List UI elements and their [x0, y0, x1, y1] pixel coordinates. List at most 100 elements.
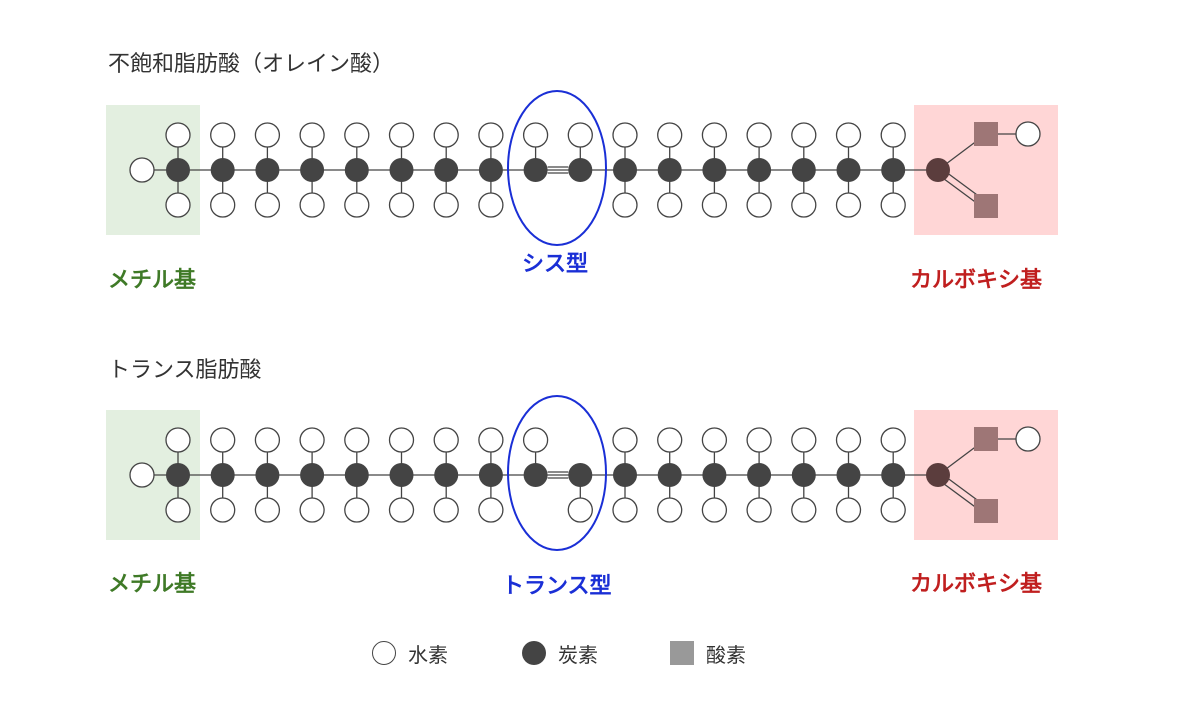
panel-1-hydrogen-atom	[165, 122, 191, 148]
panel-1-oxygen-atom	[974, 194, 998, 218]
oxygen-swatch-icon	[670, 641, 694, 665]
panel-2-hydrogen-atom	[344, 497, 370, 523]
panel-1-hydrogen-atom	[880, 122, 906, 148]
panel-2-hydrogen-atom	[254, 497, 281, 523]
panel-2-hydrogen-atom	[433, 427, 459, 453]
panel-1-hydrogen-atom	[129, 157, 155, 183]
panel-1-hydrogen-atom	[388, 122, 415, 148]
panel-1-carbon-atom	[791, 158, 816, 182]
panel-2-hydrogen-atom	[1015, 426, 1041, 452]
panel-2-hydrogen-atom	[299, 427, 325, 453]
panel-2-hydrogen-atom	[791, 497, 817, 523]
panel-1-hydrogen-atom	[254, 192, 281, 218]
panel-2-hydrogen-atom	[612, 497, 638, 523]
legend-hydrogen-label: 水素	[408, 642, 448, 667]
panel-1-hydrogen-atom	[701, 192, 728, 218]
panel-2-carbon-atom	[478, 463, 503, 487]
panel-2-hydrogen-atom	[835, 427, 862, 453]
panel-2-hydrogen-atom	[567, 497, 593, 523]
panel-2-carbon-atom	[791, 463, 816, 487]
panel-2-hydrogen-atom	[129, 462, 155, 488]
panel-2-carbon-atom	[657, 463, 682, 487]
fatty-acid-diagram	[106, 90, 1058, 551]
panel-1-hydrogen-atom	[254, 122, 281, 148]
panel-2-hydrogen-atom	[791, 427, 817, 453]
panel-1-hydrogen-atom	[388, 192, 415, 218]
panel-2-carbon-atom	[344, 463, 369, 487]
panel-2-hydrogen-atom	[657, 427, 683, 453]
panel-1-hydrogen-atom	[567, 122, 593, 148]
panel-2-hydrogen-atom	[254, 427, 281, 453]
panel-2-hydrogen-atom	[210, 427, 236, 453]
panel-1-oxygen-atom	[974, 122, 998, 146]
panel-1-carbon-atom	[166, 158, 190, 182]
panel-1-carbon-atom	[478, 158, 503, 182]
panel-1-carbon-atom	[568, 158, 593, 182]
panel-2-carbon-atom	[300, 463, 325, 487]
panel-1-hydrogen-atom	[344, 122, 370, 148]
panel-2-carbon-atom	[747, 463, 772, 487]
panel-1-carbon-atom	[613, 158, 637, 182]
panel-1-hydrogen-atom	[299, 192, 325, 218]
panel-1-carbon-atom	[747, 158, 772, 182]
panel-2-carbon-atom	[255, 463, 280, 487]
panel-1-hydrogen-atom	[210, 192, 236, 218]
panel-2-hydrogen-atom	[344, 427, 370, 453]
panel-1-carbon-atom	[523, 158, 548, 182]
panel-2-config-label: トランス型	[502, 574, 612, 599]
panel-2-hydrogen-atom	[478, 427, 504, 453]
panel-2-carbon-atom	[210, 463, 235, 487]
panel-1-hydrogen-atom	[657, 122, 683, 148]
panel-1-carbon-atom	[300, 158, 325, 182]
panel-2-carbon-atom	[389, 463, 414, 487]
panel-1-hydrogen-atom	[478, 192, 504, 218]
panel-1-carbon-atom	[657, 158, 682, 182]
panel-1-carbon-atom	[210, 158, 235, 182]
panel-1-hydrogen-atom	[433, 122, 459, 148]
panel-1-carboxyl-label: カルボキシ基	[910, 268, 1043, 293]
panel-1-methyl-label: メチル基	[108, 268, 197, 293]
panel-1-hydrogen-atom	[746, 122, 772, 148]
panel-2-carbon-atom	[166, 463, 190, 487]
panel-1-hydrogen-atom	[478, 122, 504, 148]
legend-carbon: 炭素	[522, 638, 598, 668]
panel-2-hydrogen-atom	[388, 427, 415, 453]
panel-2-oxygen-atom	[974, 499, 998, 523]
panel-1-carbon-atom	[344, 158, 369, 182]
legend-oxygen: 酸素	[670, 638, 746, 668]
panel-2-hydrogen-atom	[433, 497, 459, 523]
panel-2-hydrogen-atom	[165, 497, 191, 523]
panel-1-hydrogen-atom	[210, 122, 236, 148]
panel-2-carbon-atom	[702, 463, 727, 487]
panel-1-hydrogen-atom	[612, 122, 638, 148]
panel-2-hydrogen-atom	[880, 427, 906, 453]
panel-1-config-label: シス型	[522, 252, 589, 277]
panel-1-hydrogen-atom	[746, 192, 772, 218]
panel-1-hydrogen-atom	[522, 122, 549, 148]
legend-carbon-label: 炭素	[558, 642, 598, 667]
panel-2-hydrogen-atom	[478, 497, 504, 523]
panel-1-carbon-atom	[389, 158, 414, 182]
panel-2-carboxyl-carbon-atom	[926, 463, 950, 487]
panel-2-carbon-atom	[523, 463, 548, 487]
panel-2-carbon-atom	[836, 463, 861, 487]
panel-2-carbon-atom	[568, 463, 593, 487]
legend-hydrogen: 水素	[372, 638, 448, 668]
panel-1-hydrogen-atom	[612, 192, 638, 218]
panel-1-hydrogen-atom	[344, 192, 370, 218]
panel-1-carbon-atom	[836, 158, 861, 182]
panel-2-methyl-label: メチル基	[108, 572, 197, 597]
panel-1-hydrogen-atom	[791, 192, 817, 218]
panel-2-carboxyl-label: カルボキシ基	[910, 572, 1043, 597]
panel-2-hydrogen-atom	[165, 427, 191, 453]
panel-1-hydrogen-atom	[701, 122, 728, 148]
panel-1-hydrogen-atom	[835, 192, 862, 218]
panel-1-hydrogen-atom	[299, 122, 325, 148]
panel-1-hydrogen-atom	[880, 192, 906, 218]
panel-1-hydrogen-atom	[835, 122, 862, 148]
panel-1-hydrogen-atom	[791, 122, 817, 148]
panel-2-hydrogen-atom	[835, 497, 862, 523]
legend-oxygen-label: 酸素	[706, 642, 746, 667]
panel-2-hydrogen-atom	[388, 497, 415, 523]
panel-1-hydrogen-atom	[165, 192, 191, 218]
